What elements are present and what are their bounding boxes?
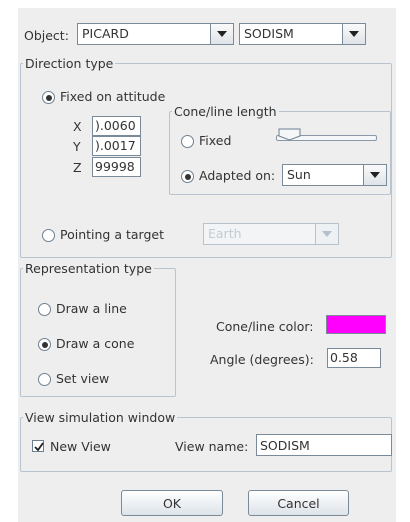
pointing-target-value: Earth bbox=[208, 226, 242, 241]
fixed-on-attitude-label: Fixed on attitude bbox=[60, 89, 166, 104]
cone-line-color-label: Cone/line color: bbox=[216, 319, 314, 334]
slider-thumb-icon[interactable] bbox=[278, 128, 301, 141]
fixed-length-label: Fixed bbox=[199, 133, 232, 148]
adapted-on-select[interactable]: Sun bbox=[282, 164, 387, 186]
instrument-select-value: SODISM bbox=[244, 26, 294, 41]
set-view-label: Set view bbox=[56, 371, 110, 386]
x-label: X bbox=[73, 119, 82, 134]
view-name-label: View name: bbox=[175, 439, 249, 454]
pointing-target-label: Pointing a target bbox=[60, 227, 164, 242]
ok-button-label: OK bbox=[162, 495, 182, 511]
fixed-length-radio[interactable] bbox=[181, 135, 194, 148]
chevron-down-icon[interactable] bbox=[363, 165, 386, 185]
chevron-down-icon[interactable] bbox=[210, 24, 233, 44]
cancel-button-label: Cancel bbox=[277, 495, 320, 511]
adapted-on-radio[interactable] bbox=[181, 170, 194, 183]
dialog-panel: Object: PICARD SODISM Direction type Fix… bbox=[18, 8, 396, 522]
pointing-target-radio[interactable] bbox=[42, 229, 55, 242]
y-field[interactable]: ).0017 bbox=[92, 136, 141, 156]
object-select-value: PICARD bbox=[82, 26, 129, 41]
checkmark-icon bbox=[34, 442, 44, 452]
y-label: Y bbox=[73, 139, 81, 154]
view-simulation-legend: View simulation window bbox=[25, 410, 176, 425]
z-label: Z bbox=[73, 160, 82, 175]
draw-cone-label: Draw a cone bbox=[56, 336, 135, 351]
angle-value: 0.58 bbox=[330, 350, 358, 365]
adapted-on-label: Adapted on: bbox=[199, 168, 276, 183]
object-label: Object: bbox=[24, 28, 69, 43]
new-view-label: New View bbox=[50, 439, 111, 454]
object-select[interactable]: PICARD bbox=[77, 23, 234, 45]
view-name-field[interactable] bbox=[256, 434, 392, 456]
set-view-radio[interactable] bbox=[38, 373, 51, 386]
angle-field[interactable]: 0.58 bbox=[327, 348, 381, 368]
cone-line-length-legend: Cone/line length bbox=[174, 104, 277, 119]
chevron-down-icon[interactable] bbox=[342, 24, 365, 44]
x-value: ).0060 bbox=[95, 118, 136, 133]
fixed-on-attitude-radio[interactable] bbox=[42, 91, 55, 104]
cone-line-color-swatch[interactable] bbox=[326, 315, 386, 334]
representation-type-legend: Representation type bbox=[25, 261, 152, 276]
view-name-input[interactable] bbox=[257, 435, 391, 455]
angle-label: Angle (degrees): bbox=[210, 352, 314, 367]
new-view-checkbox[interactable] bbox=[32, 440, 44, 452]
z-field[interactable]: 99998 bbox=[92, 157, 141, 177]
adapted-on-value: Sun bbox=[287, 167, 311, 182]
draw-cone-radio[interactable] bbox=[38, 338, 51, 351]
direction-type-legend: Direction type bbox=[25, 56, 114, 71]
z-value: 99998 bbox=[95, 159, 135, 174]
ok-button[interactable]: OK bbox=[121, 490, 223, 516]
y-value: ).0017 bbox=[95, 138, 136, 153]
instrument-select[interactable]: SODISM bbox=[239, 23, 366, 45]
pointing-target-select: Earth bbox=[203, 223, 339, 245]
x-field[interactable]: ).0060 bbox=[92, 116, 141, 136]
draw-line-label: Draw a line bbox=[56, 301, 127, 316]
cancel-button[interactable]: Cancel bbox=[248, 490, 349, 516]
chevron-down-icon bbox=[315, 224, 338, 244]
draw-line-radio[interactable] bbox=[38, 303, 51, 316]
